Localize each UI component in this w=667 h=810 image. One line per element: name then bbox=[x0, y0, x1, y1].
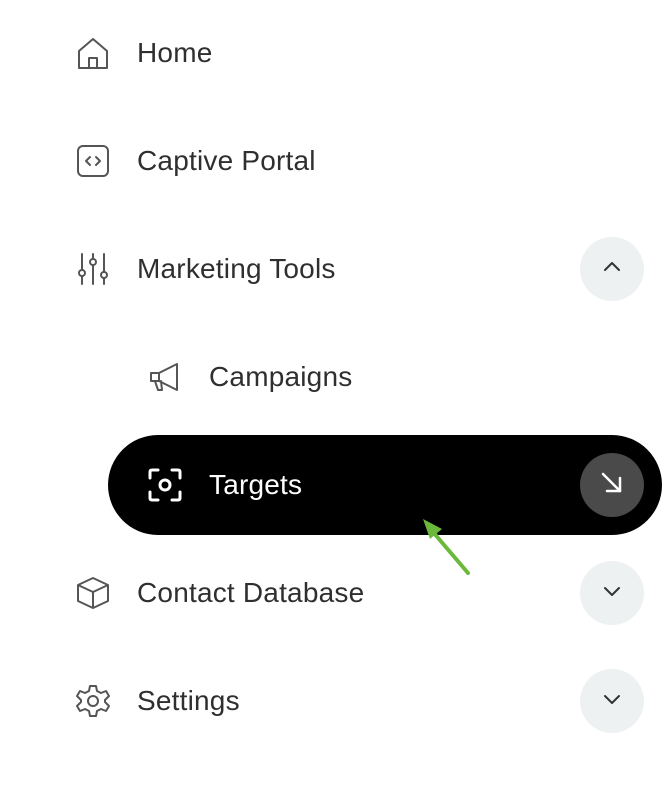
expand-button[interactable] bbox=[580, 669, 644, 733]
sidebar-item-label: Home bbox=[137, 37, 213, 68]
sidebar-item-contact-database[interactable]: Contact Database bbox=[0, 543, 667, 643]
sidebar-item-label: Settings bbox=[137, 685, 240, 716]
sidebar-item-label: Campaigns bbox=[209, 361, 353, 392]
box-icon bbox=[75, 575, 111, 611]
sidebar-item-marketing-tools[interactable]: Marketing Tools bbox=[0, 219, 667, 319]
home-icon bbox=[75, 35, 111, 71]
sidebar-item-label: Captive Portal bbox=[137, 145, 316, 176]
megaphone-icon bbox=[147, 359, 183, 395]
chevron-down-icon bbox=[600, 579, 624, 608]
gear-icon bbox=[75, 683, 111, 719]
arrow-down-right-icon bbox=[597, 468, 627, 503]
expand-button[interactable] bbox=[580, 561, 644, 625]
sidebar-item-settings[interactable]: Settings bbox=[0, 651, 667, 751]
sidebar-item-captive-portal[interactable]: Captive Portal bbox=[0, 111, 667, 211]
sidebar-item-label: Contact Database bbox=[137, 577, 365, 608]
pointer-arrow-icon bbox=[423, 519, 470, 575]
sidebar-item-label: Targets bbox=[209, 469, 303, 500]
chevron-up-icon bbox=[600, 255, 624, 284]
sidebar-item-targets[interactable]: Targets bbox=[108, 435, 662, 535]
code-icon bbox=[75, 143, 111, 179]
collapse-button[interactable] bbox=[580, 237, 644, 301]
sidebar-item-home[interactable]: Home bbox=[0, 3, 667, 103]
sidebar-nav: Home Captive Portal Marketing Tools Camp… bbox=[0, 0, 667, 810]
focus-target-icon bbox=[147, 467, 183, 503]
sliders-icon bbox=[75, 251, 111, 287]
chevron-down-icon bbox=[600, 687, 624, 716]
sidebar-item-label: Marketing Tools bbox=[137, 253, 336, 284]
open-button[interactable] bbox=[580, 453, 644, 517]
sidebar-item-campaigns[interactable]: Campaigns bbox=[0, 327, 667, 427]
